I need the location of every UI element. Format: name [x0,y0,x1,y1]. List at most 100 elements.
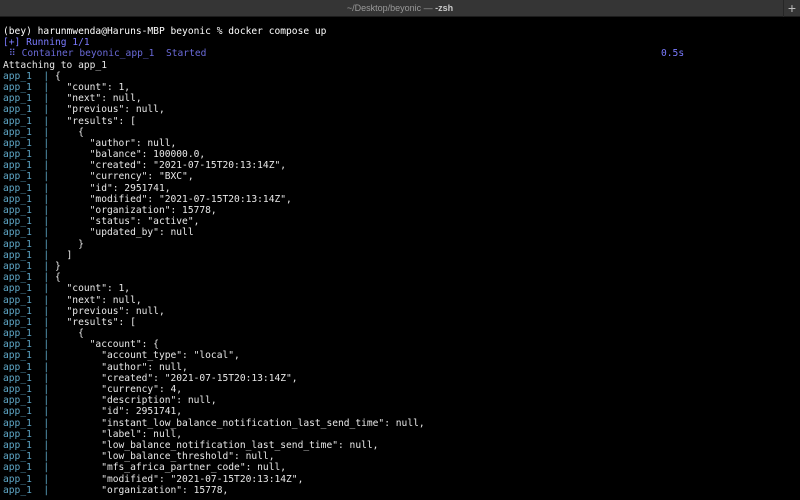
log-text: "next": null, [54,294,142,306]
log-text: "modified": "2021-07-15T20:13:14Z", [54,473,304,485]
log-prefix: app_1 | [3,395,55,407]
log-line: app_1 | { [3,127,800,138]
log-line: app_1 | "author": null, [3,362,800,373]
log-line: app_1 | "next": null, [3,295,800,306]
log-prefix: app_1 | [3,171,55,183]
log-text: "created": "2021-07-15T20:13:14Z", [54,160,287,172]
log-text: } [54,238,84,250]
log-line: app_1 | "status": "active", [3,216,800,227]
log-line: app_1 | "updated_by": null [3,227,800,238]
log-prefix: app_1 | [3,81,55,93]
log-text: "previous": null, [54,104,165,116]
log-text: "next": null, [54,93,142,105]
log-line: app_1 | ] [3,250,800,261]
log-text: { [54,70,61,82]
log-prefix: app_1 | [3,384,55,395]
container-start-time: 0.5s [661,48,685,60]
log-line: app_1 | "modified": "2021-07-15T20:13:14… [3,194,800,205]
log-text: "author": null, [54,137,177,149]
compose-container-status: ⠿ Container beyonic_app_1 Started 0.5s [3,48,800,59]
log-prefix: app_1 | [3,149,55,161]
log-prefix: app_1 | [3,462,55,474]
log-text: "instant_low_balance_notification_last_s… [54,417,425,429]
log-text: "description": null, [54,395,217,407]
log-prefix: app_1 | [3,137,55,149]
log-text: "updated_by": null [54,227,194,239]
log-line: app_1 | "count": 1, [3,82,800,93]
log-prefix: app_1 | [3,350,55,362]
compose-running-status: [+] Running 1/1 [3,37,90,49]
log-line: app_1 | { [3,71,800,82]
log-prefix: app_1 | [3,126,55,138]
log-line: app_1 | "organization": 15778, [3,485,800,496]
log-text: "organization": 15778, [54,484,229,496]
log-line: app_1 | "low_balance_notification_last_s… [3,440,800,451]
log-prefix: app_1 | [3,227,55,239]
log-prefix: app_1 | [3,249,55,261]
window-title-shell: -zsh [435,3,454,13]
log-prefix: app_1 | [3,316,55,328]
log-text: "results": [ [54,316,136,328]
log-prefix: app_1 | [3,70,55,82]
log-prefix: app_1 | [3,272,55,284]
log-text: } [54,260,61,272]
log-line: app_1 | "label": null, [3,429,800,440]
log-line: app_1 | "low_balance_threshold": null, [3,451,800,462]
log-text: "results": [ [54,115,136,127]
log-text: "organization": 15778, [54,205,217,216]
log-text: "count": 1, [54,283,131,295]
title-bar[interactable]: ~/Desktop/beyonic — -zsh + [0,0,800,17]
log-prefix: app_1 | [3,473,55,485]
log-prefix: app_1 | [3,428,55,440]
log-text: "previous": null, [54,305,165,317]
log-prefix: app_1 | [3,238,55,250]
log-text: { [54,272,61,284]
log-prefix: app_1 | [3,406,55,418]
log-prefix: app_1 | [3,439,55,451]
log-line: app_1 | "organization": 15778, [3,205,800,216]
log-prefix: app_1 | [3,205,55,216]
log-line: app_1 | "currency": "BXC", [3,171,800,182]
log-line: app_1 | } [3,239,800,250]
log-text: ] [54,249,73,261]
log-text: "id": 2951741, [54,406,183,418]
log-text: "mfs_africa_partner_code": null, [54,462,287,474]
log-prefix: app_1 | [3,294,55,306]
log-line: app_1 | "currency": 4, [3,384,800,395]
log-line: app_1 | "modified": "2021-07-15T20:13:14… [3,474,800,485]
log-prefix: app_1 | [3,451,55,463]
log-line: app_1 | "id": 2951741, [3,183,800,194]
log-prefix: app_1 | [3,182,55,194]
log-line: app_1 | "description": null, [3,395,800,406]
log-prefix: app_1 | [3,115,55,127]
log-prefix: app_1 | [3,339,55,351]
attach-line: Attaching to app_1 [3,59,107,71]
log-prefix: app_1 | [3,260,55,272]
log-text: "account_type": "local", [54,350,240,362]
log-line: app_1 | "author": null, [3,138,800,149]
terminal-output[interactable]: (bey) harunmwenda@Haruns-MBP beyonic % d… [0,17,800,500]
log-text: "balance": 100000.0, [54,149,206,161]
log-line: app_1 | "previous": null, [3,306,800,317]
log-line: app_1 | "balance": 100000.0, [3,149,800,160]
new-tab-button[interactable]: + [783,0,800,17]
log-text: "account": { [54,339,159,351]
log-text: "count": 1, [54,81,131,93]
log-text: "author": null, [54,361,188,373]
log-text: "status": "active", [54,216,200,228]
log-text: "label": null, [54,428,183,440]
log-prefix: app_1 | [3,104,55,116]
log-prefix: app_1 | [3,216,55,228]
log-text: "currency": "BXC", [54,171,194,183]
log-text: { [54,126,84,138]
log-line: app_1 | { [3,328,800,339]
log-prefix: app_1 | [3,417,55,429]
log-prefix: app_1 | [3,283,55,295]
window-title: ~/Desktop/beyonic — -zsh [0,0,800,17]
log-prefix: app_1 | [3,372,55,384]
log-prefix: app_1 | [3,484,55,496]
log-text: "low_balance_threshold": null, [54,451,275,463]
log-text: { [54,328,84,340]
log-line: app_1 | "account_type": "local", [3,350,800,361]
log-prefix: app_1 | [3,93,55,105]
